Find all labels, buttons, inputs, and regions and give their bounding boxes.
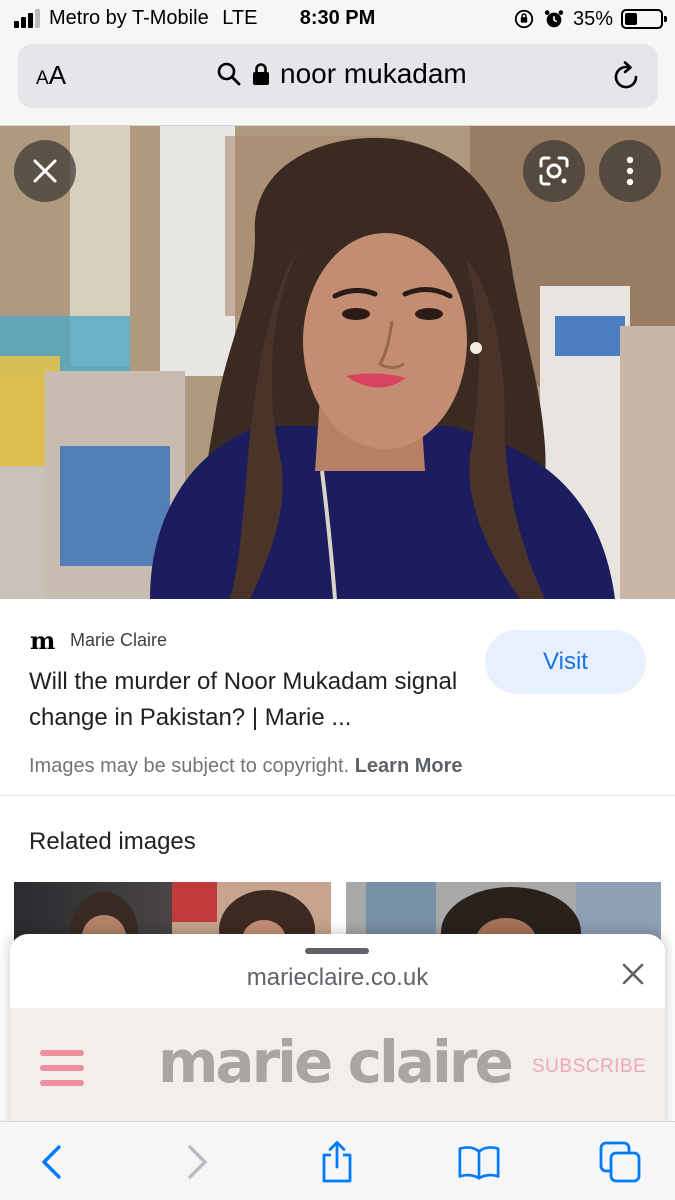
browser-bottom-toolbar xyxy=(0,1121,675,1200)
share-icon xyxy=(322,1141,352,1183)
source-name[interactable]: Marie Claire xyxy=(70,630,167,651)
bookmarks-icon xyxy=(458,1146,500,1180)
learn-more-link[interactable]: Learn More xyxy=(355,755,463,777)
visit-button[interactable]: Visit xyxy=(485,630,646,694)
alarm-icon xyxy=(544,10,564,28)
related-image-photo xyxy=(70,892,138,942)
close-viewer-button[interactable] xyxy=(14,140,76,202)
close-icon xyxy=(33,159,57,183)
battery-level xyxy=(625,13,637,25)
related-images-heading: Related images xyxy=(29,828,196,855)
hamburger-line-2 xyxy=(40,1065,84,1071)
source-logo: m xyxy=(30,626,55,655)
related-image-photo xyxy=(172,882,331,942)
text-size-button-small-a: A xyxy=(36,68,49,89)
forward-button[interactable] xyxy=(175,1140,219,1184)
site-preview-sheet[interactable]: marieclaire.co.uk marie claire SUBSCRIBE xyxy=(10,934,665,1134)
orientation-lock-icon xyxy=(514,9,534,29)
tabs-button[interactable] xyxy=(598,1140,642,1184)
text-size-button-large-a: A xyxy=(48,60,67,90)
copyright-notice: Images may be subject to copyright. Lear… xyxy=(29,755,463,778)
battery-icon xyxy=(621,9,667,29)
network-type: LTE xyxy=(222,7,258,29)
text-size-button[interactable]: AA xyxy=(36,60,66,91)
image-result-details: m Marie Claire Will the murder of Noor M… xyxy=(0,600,675,796)
back-icon xyxy=(42,1145,61,1179)
portrait-photo xyxy=(0,126,675,599)
related-image-photo xyxy=(346,882,661,942)
share-button[interactable] xyxy=(315,1140,359,1184)
related-image-thumbnail[interactable] xyxy=(172,882,331,942)
browser-top-toolbar: AA noor mukadam xyxy=(0,38,675,126)
status-bar: Metro by T-Mobile LTE 8:30 PM 35% xyxy=(0,0,675,38)
search-icon xyxy=(217,62,241,86)
url-query[interactable]: noor mukadam xyxy=(280,58,467,90)
tabs-icon xyxy=(599,1141,641,1183)
more-options-button[interactable] xyxy=(599,140,661,202)
site-logo: marie claire xyxy=(158,1028,514,1096)
hamburger-line-1 xyxy=(40,1050,84,1056)
lens-icon xyxy=(539,156,569,186)
preview-page[interactable]: marie claire SUBSCRIBE xyxy=(10,1008,665,1134)
sheet-drag-handle[interactable] xyxy=(305,948,369,954)
preview-domain: marieclaire.co.uk xyxy=(246,964,429,991)
back-button[interactable] xyxy=(30,1140,74,1184)
related-image-thumbnail[interactable] xyxy=(14,882,172,942)
more-vert-icon xyxy=(626,156,634,186)
hamburger-line-3 xyxy=(40,1080,84,1086)
battery-percent: 35% xyxy=(572,7,613,30)
reload-icon[interactable] xyxy=(610,60,642,92)
address-bar[interactable]: AA noor mukadam xyxy=(18,44,658,108)
lock-icon xyxy=(253,63,269,85)
copyright-text: Images may be subject to copyright. xyxy=(29,755,350,777)
bookmarks-button[interactable] xyxy=(457,1140,501,1184)
subscribe-link[interactable]: SUBSCRIBE xyxy=(532,1056,646,1078)
hamburger-menu-icon[interactable] xyxy=(40,1050,84,1086)
result-image[interactable] xyxy=(0,126,675,599)
related-image-thumbnail[interactable] xyxy=(346,882,661,942)
carrier-name: Metro by T-Mobile xyxy=(49,7,209,29)
forward-icon xyxy=(188,1145,207,1179)
close-icon[interactable] xyxy=(621,962,645,986)
lens-button[interactable] xyxy=(523,140,585,202)
result-title[interactable]: Will the murder of Noor Mukadam signal c… xyxy=(29,664,479,736)
signal-icon xyxy=(14,9,40,28)
